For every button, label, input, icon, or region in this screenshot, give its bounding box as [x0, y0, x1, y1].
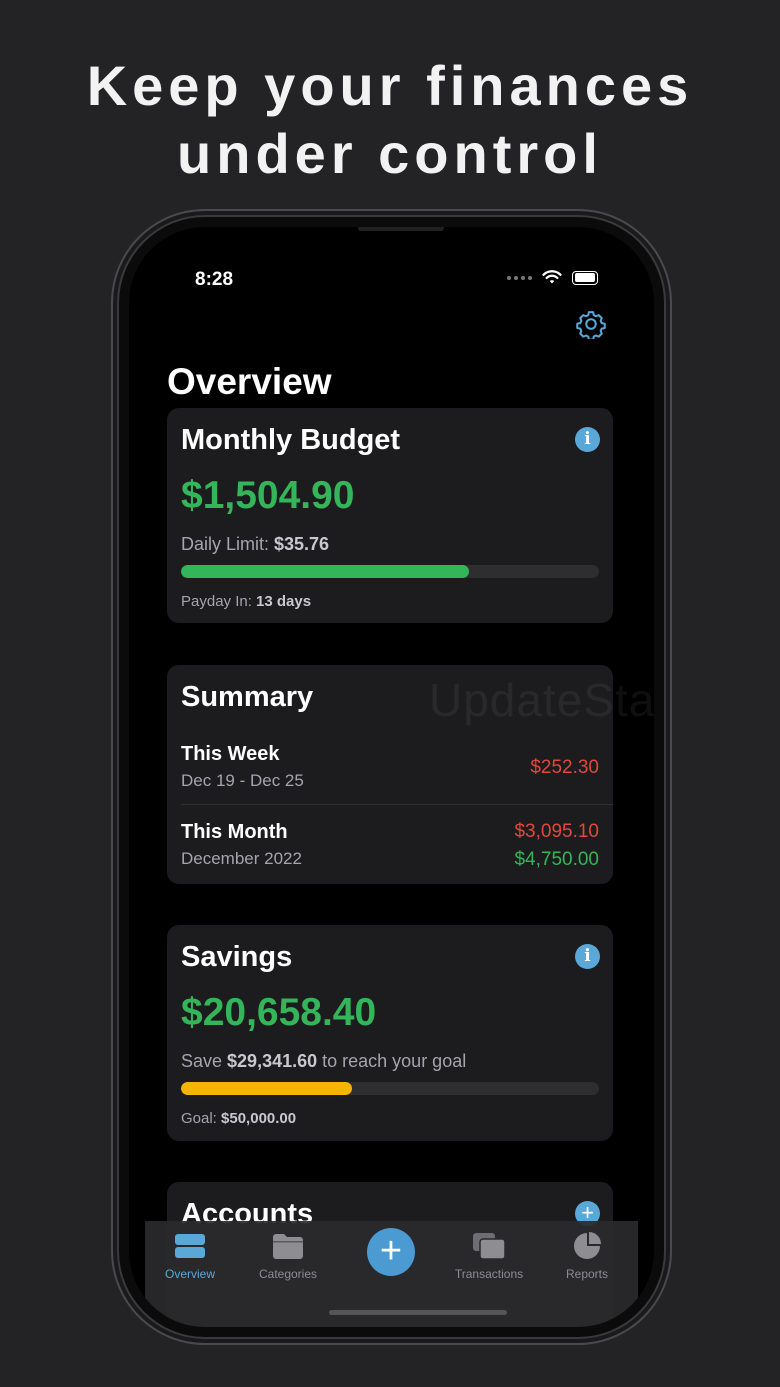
status-time: 8:28	[195, 269, 234, 290]
summary-divider	[181, 804, 613, 805]
tab-transactions[interactable]: Transactions	[444, 1231, 534, 1281]
daily-limit-label: Daily Limit:	[181, 534, 275, 554]
tab-transactions-label: Transactions	[454, 1267, 524, 1281]
tab-reports-label: Reports	[565, 1267, 609, 1281]
save-prefix: Save	[181, 1051, 228, 1071]
this-week-spent: $252.30	[530, 757, 599, 778]
savings-card[interactable]: Savings i $20,658.40 Save $29,341.60 to …	[167, 925, 613, 1141]
signal-icon	[507, 275, 532, 280]
savings-goal: Goal: $50,000.00	[181, 1110, 296, 1127]
payday-info: Payday In: 13 days	[181, 593, 311, 610]
add-transaction-button[interactable]: +	[367, 1228, 415, 1276]
budget-progress-bar	[181, 565, 599, 578]
tab-reports[interactable]: Reports	[542, 1231, 632, 1281]
savings-amount: $20,658.40	[181, 991, 377, 1034]
payday-label: Payday In:	[181, 593, 257, 610]
status-indicators	[507, 270, 598, 285]
phone-volume-up	[113, 520, 117, 604]
marketing-headline: Keep your finances under control	[0, 52, 780, 188]
savings-progress-fill	[181, 1082, 353, 1095]
tab-categories[interactable]: Categories	[243, 1231, 333, 1281]
savings-progress-bar	[181, 1082, 599, 1095]
save-amount: $29,341.60	[227, 1051, 318, 1071]
daily-limit-value: $35.76	[274, 534, 330, 554]
home-indicator	[329, 1310, 507, 1315]
page-title: Overview	[167, 361, 332, 402]
savings-title: Savings	[181, 941, 293, 973]
info-icon[interactable]: i	[575, 427, 600, 452]
headline-line-2: under control	[177, 122, 603, 185]
goal-label: Goal:	[181, 1110, 222, 1127]
this-month-label: This Month	[181, 821, 288, 843]
speaker-grille	[358, 227, 444, 231]
wifi-icon	[542, 270, 562, 284]
this-week-range: Dec 19 - Dec 25	[181, 771, 304, 790]
this-week-label: This Week	[181, 743, 280, 765]
pie-chart-icon	[574, 1232, 601, 1259]
save-suffix: to reach your goal	[317, 1051, 467, 1071]
budget-progress-fill	[181, 565, 470, 578]
phone-frame: 8:28 Overview Monthly Budget i $1,504.90…	[119, 217, 664, 1337]
this-month-income: $4,750.00	[514, 849, 599, 870]
goal-value: $50,000.00	[221, 1110, 297, 1127]
transactions-icon	[473, 1233, 506, 1260]
folder-icon	[273, 1234, 303, 1259]
info-icon[interactable]: i	[575, 944, 600, 969]
savings-remaining: Save $29,341.60 to reach your goal	[181, 1051, 466, 1072]
payday-value: 13 days	[256, 593, 312, 610]
tab-bar: Overview Categories + Transactions Repor…	[145, 1221, 638, 1327]
tab-overview-label: Overview	[164, 1267, 215, 1281]
summary-title: Summary	[181, 681, 314, 713]
settings-gear-icon[interactable]	[576, 309, 606, 339]
watermark: UpdateStar.com	[429, 674, 654, 726]
monthly-budget-amount: $1,504.90	[181, 474, 355, 517]
daily-limit: Daily Limit: $35.76	[181, 534, 329, 555]
this-month-range: December 2022	[181, 849, 302, 868]
battery-icon	[572, 270, 598, 285]
tab-overview[interactable]: Overview	[145, 1231, 235, 1281]
phone-power-button	[664, 556, 668, 680]
monthly-budget-title: Monthly Budget	[181, 424, 401, 456]
headline-line-1: Keep your finances	[86, 54, 694, 117]
phone-screen: 8:28 Overview Monthly Budget i $1,504.90…	[129, 227, 654, 1327]
monthly-budget-card[interactable]: Monthly Budget i $1,504.90 Daily Limit: …	[167, 408, 613, 623]
this-month-spent: $3,095.10	[514, 821, 599, 842]
tab-categories-label: Categories	[258, 1267, 318, 1281]
overview-icon	[175, 1234, 205, 1258]
phone-mute-switch	[113, 440, 117, 482]
phone-volume-down	[113, 628, 117, 712]
